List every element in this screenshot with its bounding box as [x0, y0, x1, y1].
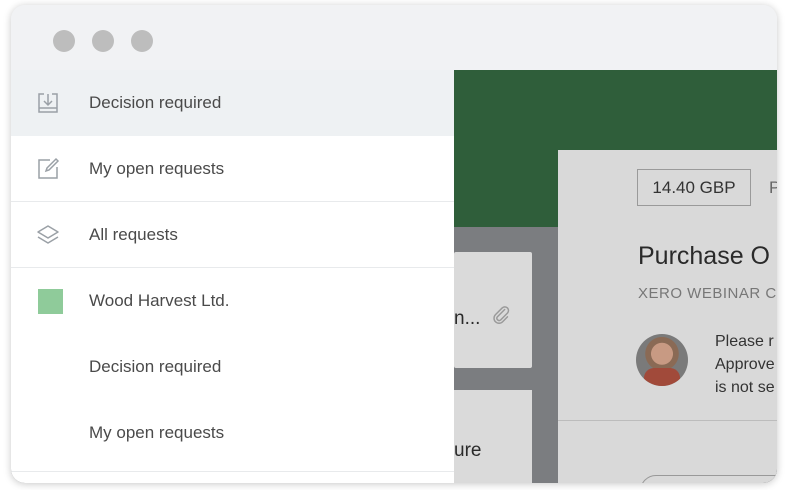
menu-item-my-open-requests[interactable]: My open requests	[11, 136, 454, 202]
inbox-download-icon	[38, 93, 58, 113]
request-card-text: ure	[454, 440, 482, 461]
divider	[558, 420, 777, 421]
edit-square-icon	[38, 157, 60, 179]
action-button[interactable]	[640, 475, 777, 483]
menu-item-decision-required[interactable]: Decision required	[11, 70, 454, 136]
menu-item-org-decision-required[interactable]: Decision required	[11, 334, 454, 400]
window-titlebar	[11, 5, 777, 70]
window-close-dot[interactable]	[53, 30, 75, 52]
request-detail-panel: 14.40 GBP P Purchase O XERO WEBINAR C Pl…	[558, 150, 777, 483]
request-list-card[interactable]: ure	[454, 390, 532, 483]
comment-line: Approve	[715, 356, 775, 373]
layers-icon	[37, 225, 59, 244]
menu-item-org-my-open-requests[interactable]: My open requests	[11, 400, 454, 466]
purchase-order-title: Purchase O	[638, 242, 771, 270]
paperclip-icon	[493, 306, 510, 324]
organization-color-swatch	[38, 289, 63, 314]
app-window: n... ure 14.40 GBP P Purchase O XERO WEB…	[11, 5, 777, 483]
menu-item-label: My open requests	[89, 423, 225, 442]
avatar	[636, 334, 688, 386]
window-maximize-dot[interactable]	[131, 30, 153, 52]
amount-extra-text: P	[769, 178, 777, 197]
menu-item-label: My open requests	[89, 158, 225, 178]
navigation-menu: Decision required My open requests All r…	[11, 70, 454, 483]
amount-badge: 14.40 GBP	[637, 169, 751, 206]
menu-item-label: Decision required	[89, 93, 222, 112]
menu-item-organization[interactable]: Wood Harvest Ltd.	[11, 268, 454, 334]
divider	[11, 471, 454, 472]
comment-message: Please r Approve is not se	[715, 330, 775, 399]
menu-item-label: Wood Harvest Ltd.	[89, 291, 230, 310]
window-minimize-dot[interactable]	[92, 30, 114, 52]
menu-item-all-requests[interactable]: All requests	[11, 202, 454, 268]
purchase-order-subtitle: XERO WEBINAR C	[638, 285, 777, 302]
app-content: n... ure 14.40 GBP P Purchase O XERO WEB…	[11, 70, 777, 483]
request-card-text: n...	[454, 308, 481, 329]
menu-item-label: Decision required	[89, 357, 222, 376]
comment-line: Please r	[715, 333, 774, 350]
request-list-card[interactable]: n...	[454, 252, 532, 368]
menu-item-label: All requests	[89, 224, 178, 244]
comment-line: is not se	[715, 379, 775, 396]
